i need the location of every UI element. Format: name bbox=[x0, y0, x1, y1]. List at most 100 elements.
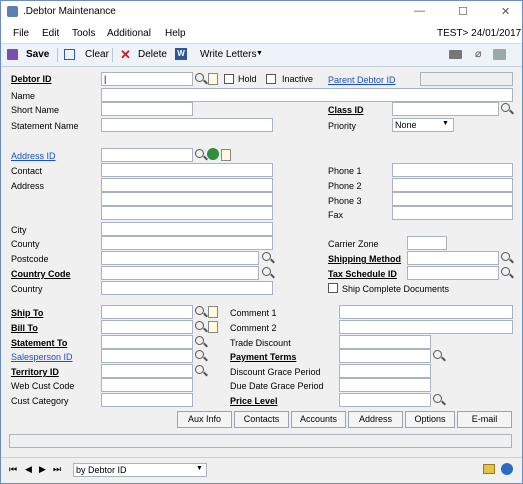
globe-icon[interactable] bbox=[207, 148, 219, 160]
salesperson-id-link[interactable]: Salesperson ID bbox=[11, 352, 73, 362]
debtor-note-icon[interactable] bbox=[208, 73, 218, 85]
phone-2-field[interactable] bbox=[392, 178, 513, 192]
cust-category-field[interactable] bbox=[101, 393, 193, 407]
ship-to-lookup-icon[interactable] bbox=[195, 306, 204, 315]
minimize-button[interactable]: — bbox=[414, 5, 425, 17]
country-code-label: Country Code bbox=[11, 269, 71, 279]
address-id-field[interactable] bbox=[101, 148, 193, 162]
chevron-down-icon[interactable]: ▼ bbox=[442, 120, 449, 127]
payment-terms-lookup-icon[interactable] bbox=[433, 350, 442, 359]
first-record-icon[interactable]: ⏮ bbox=[9, 464, 17, 475]
ship-to-note-icon[interactable] bbox=[208, 306, 218, 318]
menu-additional[interactable]: Additional bbox=[107, 28, 151, 39]
maximize-button[interactable]: ☐ bbox=[458, 5, 468, 18]
last-record-icon[interactable]: ⏭ bbox=[53, 464, 61, 475]
price-level-lookup-icon[interactable] bbox=[433, 394, 442, 403]
inactive-checkbox[interactable] bbox=[266, 74, 276, 84]
web-cust-code-field[interactable] bbox=[101, 378, 193, 392]
county-field[interactable] bbox=[101, 236, 273, 250]
short-name-field[interactable] bbox=[101, 102, 193, 116]
country-code-field[interactable] bbox=[101, 266, 259, 280]
menu-tools[interactable]: Tools bbox=[72, 28, 95, 39]
print-preview-icon[interactable] bbox=[493, 49, 506, 60]
class-id-field[interactable] bbox=[392, 102, 499, 116]
country-field[interactable] bbox=[101, 281, 273, 295]
statement-name-field[interactable] bbox=[101, 118, 273, 132]
due-date-grace-period-field[interactable] bbox=[339, 378, 431, 392]
priority-label: Priority bbox=[328, 121, 357, 131]
next-record-icon[interactable]: ▶ bbox=[39, 464, 46, 475]
debtor-id-label: Debtor ID bbox=[11, 74, 52, 84]
hold-label: Hold bbox=[238, 74, 257, 84]
phone-3-field[interactable] bbox=[392, 192, 513, 206]
previous-record-icon[interactable]: ◀ bbox=[25, 464, 32, 475]
phone-1-field[interactable] bbox=[392, 163, 513, 177]
shipping-method-lookup-icon[interactable] bbox=[501, 252, 510, 261]
email-button[interactable]: E-mail bbox=[457, 411, 512, 428]
save-button[interactable]: Save bbox=[26, 49, 49, 60]
territory-id-lookup-icon[interactable] bbox=[195, 365, 204, 374]
address-id-lookup-icon[interactable] bbox=[195, 149, 204, 158]
hold-checkbox[interactable] bbox=[224, 74, 234, 84]
chevron-down-icon[interactable]: ▼ bbox=[256, 50, 263, 57]
sort-by-select[interactable]: by Debtor ID bbox=[73, 463, 207, 477]
name-field[interactable] bbox=[101, 88, 513, 102]
address-line-2-field[interactable] bbox=[101, 192, 273, 206]
city-field[interactable] bbox=[101, 222, 273, 236]
menu-bar: File Edit Tools Additional Help TEST> 24… bbox=[1, 23, 522, 44]
bill-to-field[interactable] bbox=[101, 320, 193, 334]
delete-button[interactable]: Delete bbox=[138, 49, 167, 60]
ship-complete-checkbox[interactable] bbox=[328, 283, 338, 293]
carrier-zone-field[interactable] bbox=[407, 236, 447, 250]
status-field bbox=[9, 434, 512, 448]
tax-schedule-id-field[interactable] bbox=[407, 266, 499, 280]
address-line-3-field[interactable] bbox=[101, 206, 273, 220]
tax-schedule-id-label: Tax Schedule ID bbox=[328, 269, 397, 279]
notes-icon[interactable] bbox=[483, 464, 495, 474]
postcode-lookup-icon[interactable] bbox=[262, 252, 271, 261]
paperclip-icon[interactable]: ⌀ bbox=[475, 47, 482, 60]
bill-to-note-icon[interactable] bbox=[208, 321, 218, 333]
debtor-id-lookup-icon[interactable] bbox=[195, 73, 204, 82]
accounts-button[interactable]: Accounts bbox=[291, 411, 346, 428]
shipping-method-field[interactable] bbox=[407, 251, 499, 265]
menu-help[interactable]: Help bbox=[165, 28, 186, 39]
address-line-1-field[interactable] bbox=[101, 178, 273, 192]
aux-info-button[interactable]: Aux Info bbox=[177, 411, 232, 428]
close-button[interactable]: ✕ bbox=[501, 5, 510, 18]
contacts-button[interactable]: Contacts bbox=[234, 411, 289, 428]
salesperson-id-field[interactable] bbox=[101, 349, 193, 363]
fax-field[interactable] bbox=[392, 206, 513, 220]
ship-to-field[interactable] bbox=[101, 305, 193, 319]
salesperson-id-lookup-icon[interactable] bbox=[195, 350, 204, 359]
territory-id-field[interactable] bbox=[101, 364, 193, 378]
comment-1-field[interactable] bbox=[339, 305, 513, 319]
ship-complete-label: Ship Complete Documents bbox=[342, 284, 450, 294]
contact-field[interactable] bbox=[101, 163, 273, 177]
options-button[interactable]: Options bbox=[405, 411, 455, 428]
address-note-icon[interactable] bbox=[221, 149, 231, 161]
class-id-lookup-icon[interactable] bbox=[501, 103, 510, 112]
payment-terms-field[interactable] bbox=[339, 349, 431, 363]
price-level-field[interactable] bbox=[339, 393, 431, 407]
chevron-down-icon[interactable]: ▼ bbox=[196, 465, 203, 472]
comment-2-field[interactable] bbox=[339, 320, 513, 334]
menu-file[interactable]: File bbox=[13, 28, 29, 39]
address-button[interactable]: Address bbox=[348, 411, 403, 428]
statement-to-lookup-icon[interactable] bbox=[195, 336, 204, 345]
write-letters-button[interactable]: Write Letters bbox=[200, 49, 257, 60]
postcode-field[interactable] bbox=[101, 251, 259, 265]
menu-edit[interactable]: Edit bbox=[42, 28, 59, 39]
clear-button[interactable]: Clear bbox=[85, 49, 109, 60]
tax-schedule-id-lookup-icon[interactable] bbox=[501, 267, 510, 276]
parent-debtor-id-link[interactable]: Parent Debtor ID bbox=[328, 75, 396, 85]
address-id-link[interactable]: Address ID bbox=[11, 151, 56, 161]
statement-to-field[interactable] bbox=[101, 335, 193, 349]
trade-discount-field[interactable] bbox=[339, 335, 431, 349]
debtor-id-field[interactable]: | bbox=[101, 72, 193, 86]
discount-grace-period-field[interactable] bbox=[339, 364, 431, 378]
help-icon[interactable] bbox=[501, 463, 513, 475]
printer-icon[interactable] bbox=[449, 50, 462, 59]
country-code-lookup-icon[interactable] bbox=[262, 267, 271, 276]
bill-to-lookup-icon[interactable] bbox=[195, 321, 204, 330]
